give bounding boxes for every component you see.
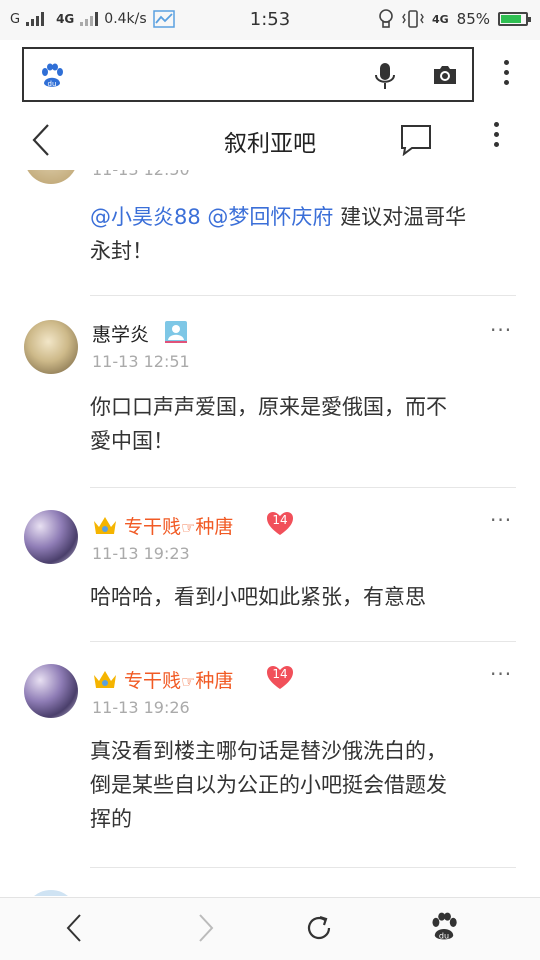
- comment-item: 惠学炎 11-13 12:51 ··· 你口口声声爱国，原来是愛俄国，而不 愛中…: [0, 296, 540, 488]
- comment-text: 倒是某些自以为公正的小吧挺会借题发: [90, 773, 447, 797]
- comment-body: 真没看到楼主哪句话是替沙俄洗白的， 倒是某些自以为公正的小吧挺会借题发 挥的: [90, 734, 520, 836]
- username-part: 种唐: [195, 516, 234, 538]
- comment-body: 哈哈哈，看到小吧如此紧张，有意思: [90, 580, 520, 614]
- network-4g-right: 4G: [431, 12, 449, 26]
- baidu-paw-icon: du: [42, 63, 63, 88]
- message-square-icon[interactable]: [400, 124, 432, 156]
- status-bar: G 4G 0.4k/s 1:53 4G 85%: [0, 0, 540, 40]
- browser-search-bar[interactable]: du: [22, 47, 474, 102]
- battery-percent: 85%: [456, 10, 490, 28]
- comment-meta: 11-13 19:26: [92, 698, 190, 717]
- avatar[interactable]: [24, 890, 78, 896]
- browser-menu-icon[interactable]: [500, 60, 512, 90]
- browser-bottom-bar: du: [0, 897, 540, 960]
- forum-more-icon[interactable]: [488, 122, 504, 152]
- camera-icon[interactable]: [432, 64, 458, 86]
- page-title: 叙利亚吧: [224, 131, 316, 157]
- avatar[interactable]: [24, 170, 78, 184]
- comment-item: 专干贱☞种唐 14 11-13 19:23 ··· 哈哈哈，看到小吧如此紧张，有…: [0, 488, 540, 642]
- comment-item: 专干贱☞种唐 14 11-13 19:26 ··· 真没看到楼主哪句话是替沙俄洗…: [0, 642, 540, 868]
- avatar[interactable]: [24, 510, 78, 564]
- comment-text: 哈哈哈，看到小吧如此紧张，有意思: [90, 585, 426, 609]
- lightbulb-icon: [379, 9, 393, 28]
- status-right: 4G 85%: [378, 9, 531, 29]
- svg-text:du: du: [48, 80, 57, 88]
- mention-link[interactable]: @小昊炎88: [90, 205, 201, 229]
- crown-icon: [94, 517, 116, 534]
- comment-body: @小昊炎88 @梦回怀庆府 建议对温哥华 永封！: [90, 200, 520, 268]
- forum-nav-bar: 叙利亚吧: [0, 110, 540, 170]
- refresh-icon[interactable]: [304, 913, 334, 943]
- comment-text: 建议对温哥华: [340, 205, 467, 229]
- comment-meta: 11-13 12:50: [92, 170, 190, 179]
- username-part: 专干贱: [124, 670, 182, 692]
- forward-nav-icon[interactable]: [196, 913, 216, 943]
- comment-list[interactable]: 11-13 12:50 @小昊炎88 @梦回怀庆府 建议对温哥华 永封！ 惠学炎…: [0, 170, 540, 896]
- comment-more-icon[interactable]: ···: [490, 662, 512, 686]
- divider: [90, 867, 516, 868]
- username[interactable]: 惠学炎: [92, 320, 149, 347]
- baidu-home-icon[interactable]: du: [430, 912, 458, 942]
- pointing-hand-icon: ☞: [181, 518, 196, 537]
- vibrate-icon: [402, 10, 424, 28]
- svg-text:du: du: [439, 932, 449, 941]
- comment-text: 挥的: [90, 807, 132, 831]
- username[interactable]: 专干贱☞种唐: [124, 512, 233, 539]
- comment-more-icon[interactable]: ···: [490, 508, 512, 532]
- username[interactable]: 专干贱☞种唐: [124, 666, 233, 693]
- mention-link[interactable]: @梦回怀庆府: [207, 205, 333, 229]
- comment-text: 你口口声声爱国，原来是愛俄国，而不: [90, 395, 447, 419]
- comment-text: 愛中国！: [90, 429, 174, 453]
- crown-icon: [94, 671, 116, 688]
- avatar[interactable]: [24, 664, 78, 718]
- level-badge: 14: [266, 512, 294, 536]
- comment-meta: 11-13 19:23: [92, 544, 190, 563]
- level-number: 14: [272, 513, 288, 527]
- avatar[interactable]: [24, 320, 78, 374]
- level-badge: 14: [266, 666, 294, 690]
- battery-icon: [498, 12, 531, 26]
- partial-comment: 11-13 12:50 @小昊炎88 @梦回怀庆府 建议对温哥华 永封！: [0, 170, 540, 296]
- user-badge-icon: [165, 321, 187, 343]
- comment-body: 你口口声声爱国，原来是愛俄国，而不 愛中国！: [90, 390, 520, 458]
- comment-text: 真没看到楼主哪句话是替沙俄洗白的，: [90, 739, 447, 763]
- battery-fill: [501, 15, 522, 23]
- comment-text: 永封！: [90, 239, 153, 263]
- comment-more-icon[interactable]: ···: [490, 318, 512, 342]
- comment-meta: 11-13 12:51: [92, 352, 190, 371]
- pointing-hand-icon: ☞: [181, 672, 196, 691]
- username-part: 专干贱: [124, 516, 182, 538]
- username-part: 种唐: [195, 670, 234, 692]
- back-nav-icon[interactable]: [64, 913, 84, 943]
- level-number: 14: [272, 667, 288, 681]
- microphone-icon[interactable]: [374, 62, 396, 90]
